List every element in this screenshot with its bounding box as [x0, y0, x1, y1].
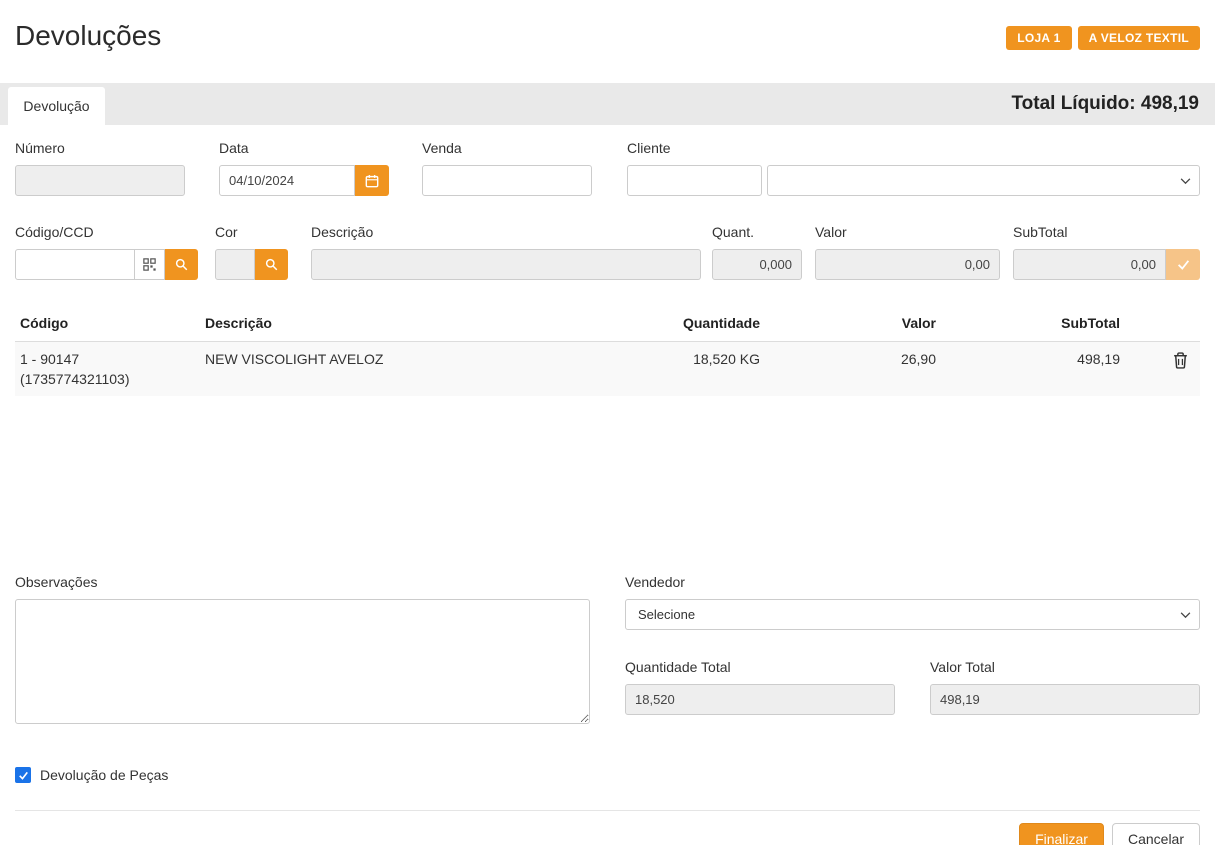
- lower-right-panel: Vendedor Selecione Quantidade Total Valo…: [625, 574, 1200, 715]
- table-empty-space: [15, 396, 1200, 574]
- vendedor-select-wrap: Selecione: [625, 599, 1200, 630]
- col-quantidade: Quantidade: [615, 315, 765, 331]
- total-liquido: Total Líquido: 498,19: [1011, 93, 1199, 115]
- footer-actions: Finalizar Cancelar: [15, 810, 1200, 845]
- quant-input: [712, 249, 802, 280]
- numero-input: [15, 165, 185, 196]
- vendedor-select[interactable]: Selecione: [625, 599, 1200, 630]
- checkbox-check-icon[interactable]: [15, 767, 31, 783]
- trash-icon: [1173, 352, 1188, 369]
- cliente-code-input[interactable]: [627, 165, 762, 196]
- venda-input[interactable]: [422, 165, 592, 196]
- search-icon: [175, 258, 188, 271]
- descricao-field: Descrição: [311, 224, 701, 280]
- observacoes-label: Observações: [15, 574, 590, 590]
- calendar-icon: [365, 174, 379, 188]
- data-input[interactable]: [219, 165, 355, 196]
- venda-field: Venda: [422, 140, 592, 196]
- form-row-1: Número Data Venda Cliente: [15, 140, 1200, 196]
- row-subtotal: 498,19: [941, 351, 1125, 387]
- cor-label: Cor: [215, 224, 288, 240]
- valor-total-label: Valor Total: [930, 659, 1200, 675]
- items-table: Código Descrição Quantidade Valor SubTot…: [15, 305, 1200, 574]
- page-header: Devoluções LOJA 1 A VELOZ TEXTIL: [0, 0, 1215, 83]
- cor-search-button[interactable]: [255, 249, 288, 280]
- valor-label: Valor: [815, 224, 1000, 240]
- codigo-ccd-input[interactable]: [15, 249, 135, 280]
- tab-devolucao-label: Devolução: [23, 98, 89, 114]
- observacoes-textarea[interactable]: [15, 599, 590, 724]
- descricao-input: [311, 249, 701, 280]
- valor-total-input: [930, 684, 1200, 715]
- devolucao-pecas-checkbox[interactable]: Devolução de Peças: [15, 767, 168, 783]
- table-row: 1 - 90147 (1735774321103) NEW VISCOLIGHT…: [15, 342, 1200, 396]
- subtotal-input: [1013, 249, 1166, 280]
- vendedor-field: Vendedor Selecione: [625, 574, 1200, 630]
- quant-label: Quant.: [712, 224, 802, 240]
- row-descricao: NEW VISCOLIGHT AVELOZ: [200, 351, 615, 387]
- cliente-field: Cliente: [627, 140, 1200, 196]
- row-valor: 26,90: [765, 351, 941, 387]
- calendar-button[interactable]: [355, 165, 389, 196]
- valor-field: Valor: [815, 224, 1000, 280]
- col-codigo: Código: [15, 315, 200, 331]
- codigo-ccd-field: Código/CCD: [15, 224, 198, 280]
- cor-input: [215, 249, 255, 280]
- data-field: Data: [219, 140, 389, 196]
- check-icon: [1177, 258, 1190, 271]
- numero-field: Número: [15, 140, 185, 196]
- valor-input: [815, 249, 1000, 280]
- col-valor: Valor: [765, 315, 941, 331]
- quant-field: Quant.: [712, 224, 802, 280]
- cliente-label: Cliente: [627, 140, 1200, 156]
- data-label: Data: [219, 140, 389, 156]
- col-descricao: Descrição: [200, 315, 615, 331]
- numero-label: Número: [15, 140, 185, 156]
- quantidade-total-field: Quantidade Total: [625, 659, 895, 715]
- quantidade-total-input: [625, 684, 895, 715]
- tab-devolucao[interactable]: Devolução: [8, 87, 105, 125]
- quantidade-total-label: Quantidade Total: [625, 659, 895, 675]
- vendedor-label: Vendedor: [625, 574, 1200, 590]
- header-badges: LOJA 1 A VELOZ TEXTIL: [1006, 26, 1200, 83]
- cancelar-button[interactable]: Cancelar: [1112, 823, 1200, 845]
- venda-label: Venda: [422, 140, 592, 156]
- form-row-2: Código/CCD Cor: [15, 224, 1200, 280]
- codigo-search-button[interactable]: [165, 249, 198, 280]
- totals-row: Quantidade Total Valor Total: [625, 659, 1200, 715]
- devolucao-pecas-label: Devolução de Peças: [40, 767, 168, 783]
- qrcode-icon: [143, 258, 156, 271]
- col-actions: [1125, 315, 1200, 331]
- row-codigo: 1 - 90147 (1735774321103): [15, 351, 200, 387]
- cliente-select-wrap: [767, 165, 1200, 196]
- search-icon: [265, 258, 278, 271]
- codigo-ccd-label: Código/CCD: [15, 224, 198, 240]
- barcode-scan-button[interactable]: [135, 249, 165, 280]
- valor-total-field: Valor Total: [930, 659, 1200, 715]
- lower-section: Observações Vendedor Selecione Quantidad…: [15, 574, 1200, 727]
- cliente-select[interactable]: [767, 165, 1200, 196]
- row-actions: [1125, 351, 1200, 387]
- items-table-header: Código Descrição Quantidade Valor SubTot…: [15, 305, 1200, 342]
- row-quantidade: 18,520 KG: [615, 351, 765, 387]
- page-title: Devoluções: [15, 20, 161, 83]
- store-badge[interactable]: LOJA 1: [1006, 26, 1071, 50]
- delete-row-button[interactable]: [1173, 351, 1188, 387]
- subtotal-label: SubTotal: [1013, 224, 1200, 240]
- subtotal-field: SubTotal: [1013, 224, 1200, 280]
- cor-field: Cor: [215, 224, 288, 280]
- row-codigo-line2: (1735774321103): [20, 371, 195, 387]
- confirm-item-button[interactable]: [1166, 249, 1200, 280]
- tab-bar: Devolução Total Líquido: 498,19: [0, 83, 1215, 125]
- row-codigo-line1: 1 - 90147: [20, 351, 195, 367]
- main-content: Número Data Venda Cliente: [0, 125, 1215, 845]
- col-subtotal: SubTotal: [941, 315, 1125, 331]
- observacoes-field: Observações: [15, 574, 590, 727]
- finalizar-button[interactable]: Finalizar: [1019, 823, 1104, 845]
- company-badge[interactable]: A VELOZ TEXTIL: [1078, 26, 1200, 50]
- descricao-label: Descrição: [311, 224, 701, 240]
